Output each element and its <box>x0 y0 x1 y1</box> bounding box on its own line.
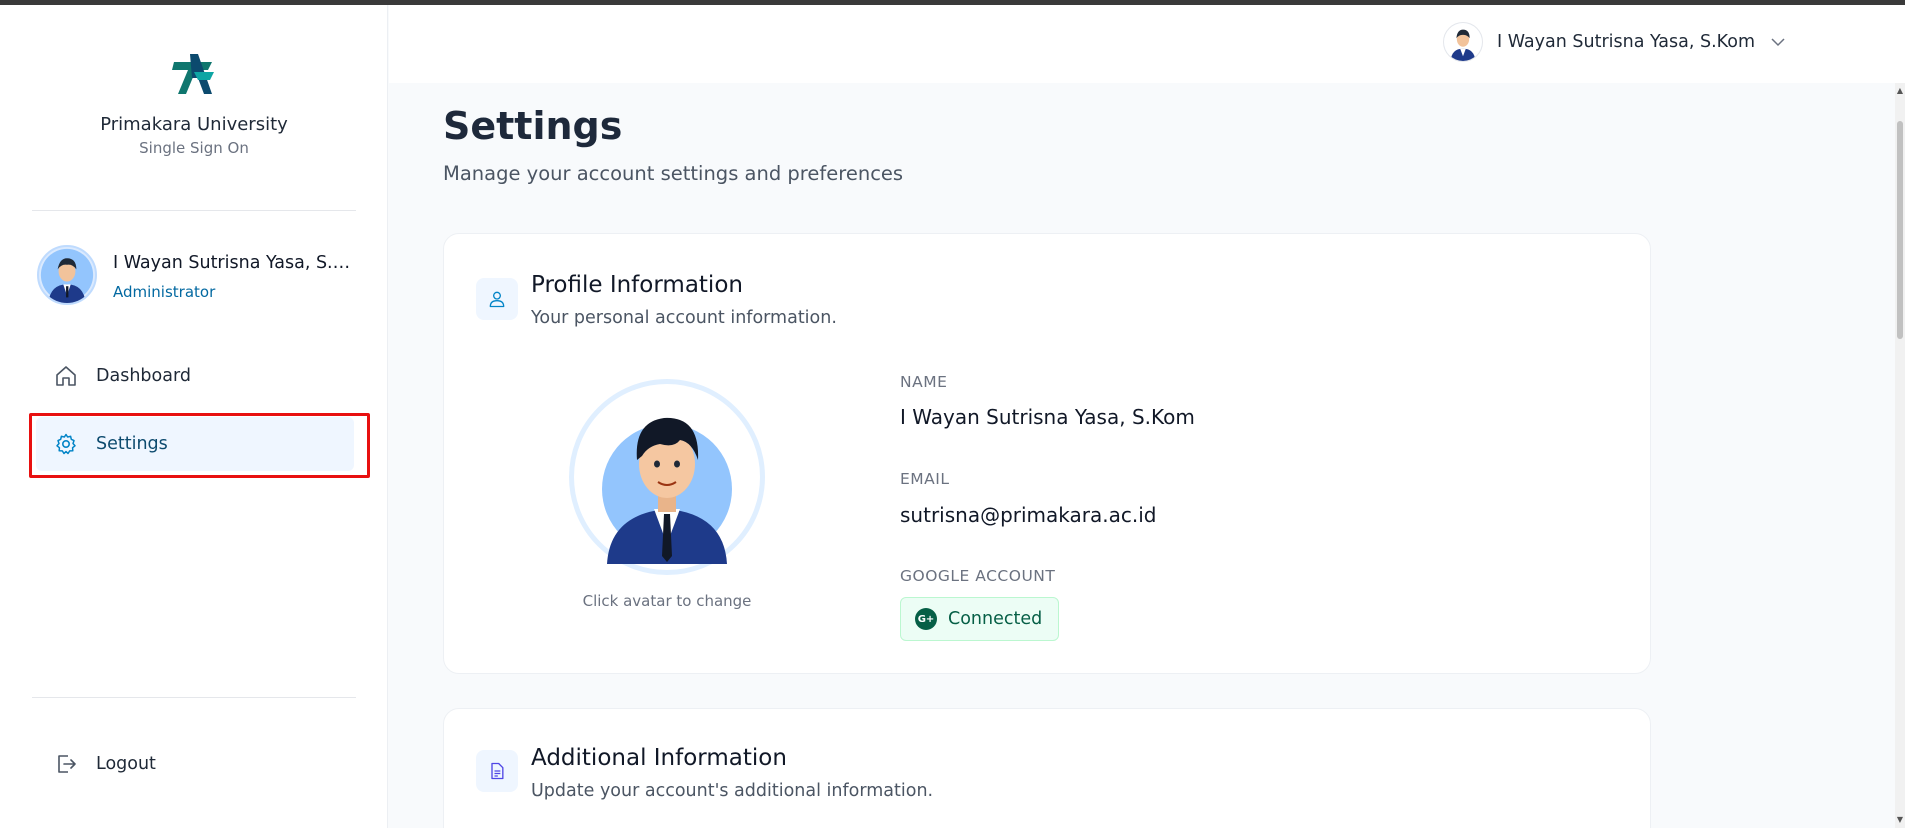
user-menu-button[interactable]: I Wayan Sutrisna Yasa, S.Kom <box>1443 21 1787 63</box>
user-icon <box>489 291 505 308</box>
google-status-badge: G+ Connected <box>900 597 1060 641</box>
card-subtitle: Your personal account information. <box>531 308 837 328</box>
user-avatar-icon <box>40 248 94 303</box>
additional-information-card: Additional Information Update your accou… <box>443 708 1651 828</box>
avatar-caption: Click avatar to change <box>582 592 752 610</box>
profile-information-card: Profile Information Your personal accoun… <box>443 233 1651 674</box>
home-icon <box>56 366 76 386</box>
brand-subtitle: Single Sign On <box>139 139 249 157</box>
sidebar-user-name: I Wayan Sutrisna Yasa, S.Kom <box>113 253 353 273</box>
google-status-text: Connected <box>948 609 1043 629</box>
sidebar-user-role: Administrator <box>113 283 216 301</box>
page-title: Settings <box>443 104 623 148</box>
profile-avatar-button[interactable] <box>569 379 765 575</box>
user-avatar-icon <box>1444 23 1483 61</box>
sidebar-divider <box>32 210 356 211</box>
sidebar: Primakara University Single Sign On I Wa… <box>0 5 388 828</box>
card-icon-wrap <box>476 278 518 320</box>
sidebar-divider <box>32 697 356 698</box>
scrollbar-thumb[interactable] <box>1897 121 1903 339</box>
email-value: sutrisna@primakara.ac.id <box>900 503 1157 527</box>
google-plus-icon: G+ <box>915 608 937 630</box>
profile-avatar-icon <box>602 417 732 564</box>
brand-name: Primakara University <box>100 114 288 135</box>
header-user-name: I Wayan Sutrisna Yasa, S.Kom <box>1497 32 1755 52</box>
card-icon-wrap <box>476 750 518 792</box>
scroll-up-arrow-icon[interactable]: ▲ <box>1896 87 1904 95</box>
sidebar-user-card: I Wayan Sutrisna Yasa, S.Kom Administrat… <box>37 245 357 305</box>
sidebar-item-label: Dashboard <box>96 366 191 386</box>
top-header: I Wayan Sutrisna Yasa, S.Kom <box>389 5 1905 83</box>
logout-label: Logout <box>96 754 156 774</box>
sidebar-item-settings[interactable]: Settings <box>36 417 354 471</box>
primakara-logo-icon <box>172 54 214 94</box>
document-icon <box>491 762 504 780</box>
card-title: Additional Information <box>531 745 787 771</box>
avatar <box>1443 22 1484 62</box>
logout-icon <box>58 755 76 773</box>
sidebar-item-label: Settings <box>96 434 168 454</box>
google-account-label: GOOGLE ACCOUNT <box>900 567 1056 585</box>
sidebar-item-dashboard[interactable]: Dashboard <box>36 349 354 403</box>
name-label: NAME <box>900 373 948 391</box>
avatar <box>37 245 97 305</box>
page-scrollbar[interactable]: ▲ ▼ <box>1895 83 1905 828</box>
card-subtitle: Update your account's additional informa… <box>531 781 934 801</box>
page-subtitle: Manage your account settings and prefere… <box>443 162 904 185</box>
card-title: Profile Information <box>531 272 743 298</box>
gear-icon <box>56 433 76 455</box>
brand: Primakara University Single Sign On <box>0 48 388 157</box>
name-value: I Wayan Sutrisna Yasa, S.Kom <box>900 405 1195 429</box>
scroll-down-arrow-icon[interactable]: ▼ <box>1896 816 1904 824</box>
logout-button[interactable]: Logout <box>36 737 354 791</box>
email-label: EMAIL <box>900 470 950 488</box>
chevron-down-icon <box>1771 38 1785 47</box>
